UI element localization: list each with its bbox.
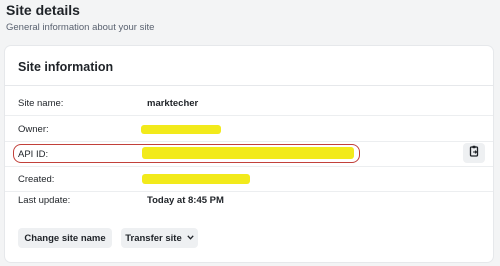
transfer-site-label: Transfer site <box>125 232 182 244</box>
site-name-value: marktecher <box>147 98 199 109</box>
row-divider <box>5 166 493 167</box>
owner-label: Owner: <box>18 124 49 135</box>
site-information-card: Site information Site name: marktecher O… <box>5 46 493 262</box>
copy-api-id-button[interactable] <box>463 143 485 163</box>
card-title: Site information <box>18 60 114 74</box>
created-redaction <box>142 174 250 184</box>
card-divider <box>5 85 493 86</box>
row-owner: Owner: <box>5 118 493 142</box>
page-title: Site details <box>6 2 80 18</box>
api-id-label: API ID: <box>18 149 49 160</box>
row-divider <box>5 141 493 142</box>
api-id-redaction <box>142 147 354 159</box>
chevron-down-icon <box>187 234 194 242</box>
copy-to-clipboard-icon <box>469 144 480 162</box>
row-divider <box>5 115 493 116</box>
transfer-site-button[interactable]: Transfer site <box>121 228 198 248</box>
row-api-id: API ID: <box>5 143 493 167</box>
last-update-label: Last update: <box>18 195 71 206</box>
change-site-name-button[interactable]: Change site name <box>18 228 112 248</box>
owner-redaction <box>141 125 221 134</box>
row-site-name: Site name: marktecher <box>5 92 493 116</box>
site-name-label: Site name: <box>18 98 64 109</box>
change-site-name-label: Change site name <box>24 232 106 244</box>
last-update-value: Today at 8:45 PM <box>147 195 224 206</box>
page-subtitle: General information about your site <box>6 22 155 33</box>
created-label: Created: <box>18 174 55 185</box>
row-last-update: Last update: Today at 8:45 PM <box>5 189 493 213</box>
